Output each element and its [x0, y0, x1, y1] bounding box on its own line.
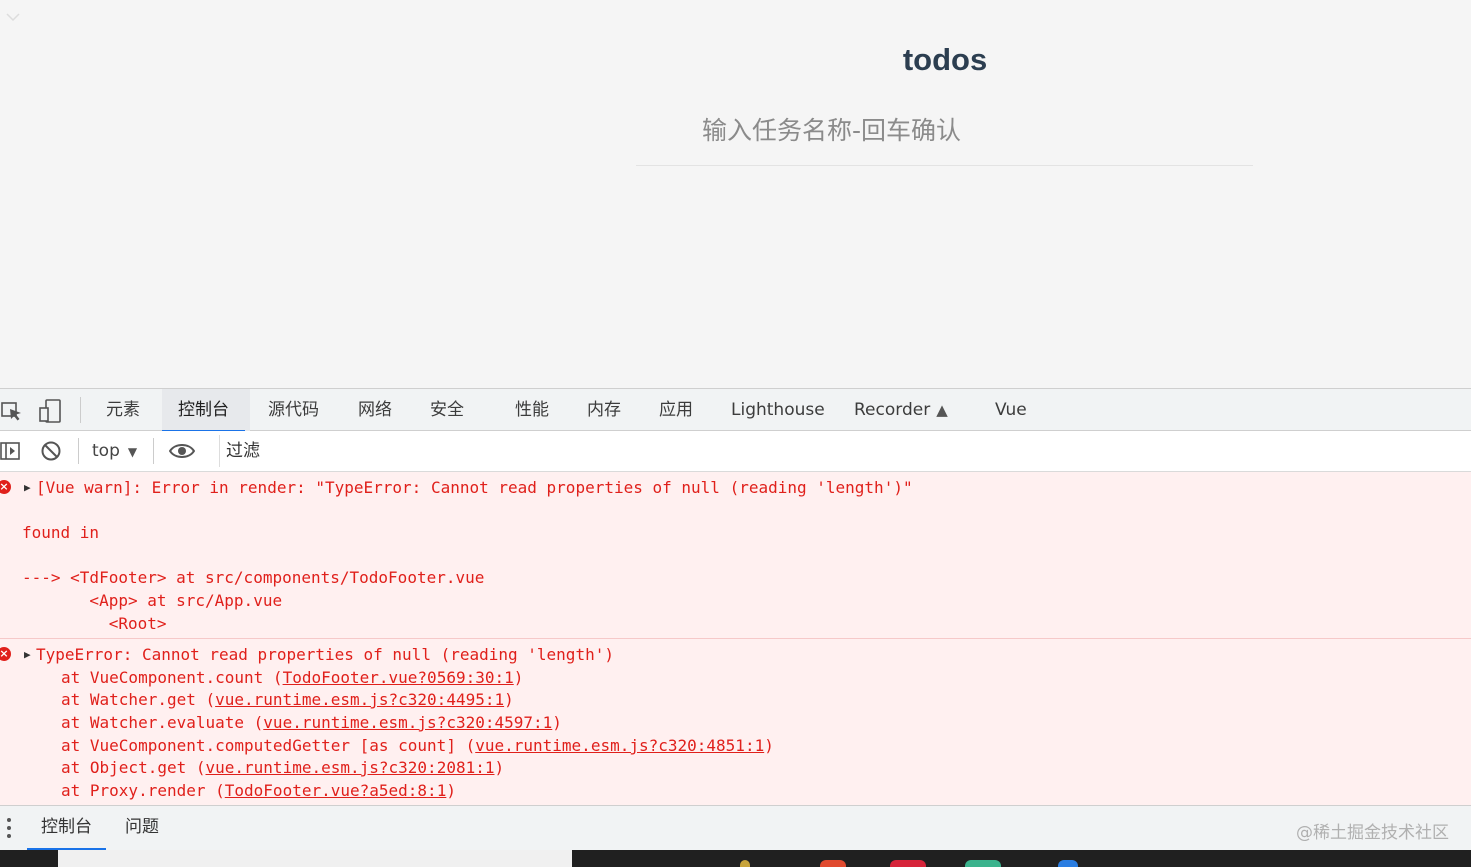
stack-frame: at Watcher.evaluate (vue.runtime.esm.js?…	[61, 713, 562, 732]
stack-frame-text: at VueComponent.computedGetter [as count…	[61, 736, 456, 755]
tab-security[interactable]: 安全	[430, 389, 464, 431]
stack-frame-link[interactable]: TodoFooter.vue?a5ed:8:1	[225, 781, 447, 800]
expand-triangle-icon[interactable]: ▶	[24, 477, 31, 499]
console-message[interactable]: × ▶ TypeError: Cannot read properties of…	[0, 638, 1471, 805]
console-output: × ▶ [Vue warn]: Error in render: "TypeEr…	[0, 472, 1471, 805]
taskbar-app-icon[interactable]	[1058, 860, 1078, 867]
kebab-menu-icon[interactable]	[6, 817, 12, 839]
expand-triangle-icon[interactable]: ▶	[24, 644, 31, 666]
taskbar-window-preview[interactable]	[58, 850, 572, 867]
stack-frame: at VueComponent.count (TodoFooter.vue?05…	[61, 668, 524, 687]
console-line: found in	[22, 523, 100, 542]
console-line: ---> <TdFooter> at src/components/TodoFo…	[22, 568, 485, 587]
new-todo-input[interactable]	[636, 96, 1253, 166]
os-taskbar	[0, 850, 1471, 867]
stack-frame: at Proxy.render (TodoFooter.vue?a5ed:8:1…	[61, 781, 456, 800]
app-viewport: todos	[0, 0, 1471, 388]
tab-console[interactable]: 控制台	[162, 389, 245, 432]
tab-network[interactable]: 网络	[358, 389, 392, 431]
stack-frame-text: at Watcher.evaluate	[61, 713, 245, 732]
tab-lighthouse[interactable]: Lighthouse	[731, 389, 825, 431]
devtools-drawer: 控制台 问题 @稀土掘金技术社区	[0, 805, 1471, 850]
context-selector-label: top	[92, 441, 120, 461]
stack-frame-text: at Object.get	[61, 758, 187, 777]
stack-frame-link[interactable]: TodoFooter.vue?0569:30:1	[283, 668, 514, 687]
app-title: todos	[902, 42, 988, 77]
stack-frame-text: at Proxy.render	[61, 781, 206, 800]
tab-performance[interactable]: 性能	[515, 389, 549, 431]
devtools-tab-bar: 元素 控制台 源代码 网络 安全 性能 内存 应用 Lighthouse Rec…	[0, 388, 1471, 432]
taskbar-app-icon[interactable]	[890, 860, 926, 867]
stack-frame-link[interactable]: vue.runtime.esm.js?c320:4851:1	[475, 736, 764, 755]
tab-elements[interactable]: 元素	[106, 389, 140, 431]
tab-sources[interactable]: 源代码	[268, 389, 319, 431]
taskbar-app-icon[interactable]	[820, 860, 846, 867]
console-line: <App> at src/App.vue	[22, 591, 283, 610]
stack-frame-text: at VueComponent.count	[61, 668, 264, 687]
drawer-tab-console[interactable]: 控制台	[27, 806, 106, 850]
tab-vue[interactable]: Vue	[995, 389, 1027, 431]
device-toolbar-icon[interactable]	[38, 399, 62, 423]
stack-frame-link[interactable]: vue.runtime.esm.js?c320:4495:1	[215, 690, 504, 709]
eye-icon[interactable]	[169, 440, 195, 462]
clear-console-icon[interactable]	[40, 440, 62, 462]
tab-application[interactable]: 应用	[659, 389, 693, 431]
stack-frame: at Object.get (vue.runtime.esm.js?c320:2…	[61, 758, 505, 777]
stack-frame-text: at Watcher.get	[61, 690, 196, 709]
stack-frame: at Watcher.get (vue.runtime.esm.js?c320:…	[61, 690, 514, 709]
tab-memory[interactable]: 内存	[587, 389, 621, 431]
toolbar-divider	[80, 397, 81, 423]
error-icon: ×	[0, 647, 11, 661]
stack-frame: at VueComponent.computedGetter [as count…	[61, 736, 774, 755]
console-line: <Root>	[22, 614, 167, 633]
dropdown-arrow-icon: ▼	[127, 445, 138, 459]
sidebar-toggle-icon[interactable]	[0, 440, 22, 462]
tab-recorder[interactable]: Recorder ▲	[854, 389, 948, 431]
console-message[interactable]: × ▶ [Vue warn]: Error in render: "TypeEr…	[0, 472, 1471, 638]
taskbar-app-icon[interactable]	[965, 860, 1001, 867]
taskbar-app-icon[interactable]	[740, 860, 750, 867]
toolbar-divider	[153, 438, 154, 464]
error-icon: ×	[0, 480, 11, 494]
chevron-down-icon[interactable]	[4, 10, 22, 24]
toolbar-divider	[78, 438, 79, 464]
console-line: [Vue warn]: Error in render: "TypeError:…	[36, 478, 913, 497]
console-error-header: TypeError: Cannot read properties of nul…	[36, 645, 614, 664]
watermark: @稀土掘金技术社区	[1296, 823, 1449, 843]
flask-icon: ▲	[936, 401, 948, 419]
console-filter-bar: top ▼	[0, 431, 1471, 472]
inspect-element-icon[interactable]	[0, 399, 24, 423]
tab-recorder-label: Recorder	[854, 400, 931, 420]
context-selector[interactable]: top ▼	[92, 431, 137, 471]
drawer-tab-issues[interactable]: 问题	[125, 806, 159, 850]
stack-frame-link[interactable]: vue.runtime.esm.js?c320:2081:1	[206, 758, 495, 777]
devtools-panel: 元素 控制台 源代码 网络 安全 性能 内存 应用 Lighthouse Rec…	[0, 388, 1471, 867]
console-filter-input[interactable]	[219, 435, 1471, 467]
stack-frame-link[interactable]: vue.runtime.esm.js?c320:4597:1	[263, 713, 552, 732]
